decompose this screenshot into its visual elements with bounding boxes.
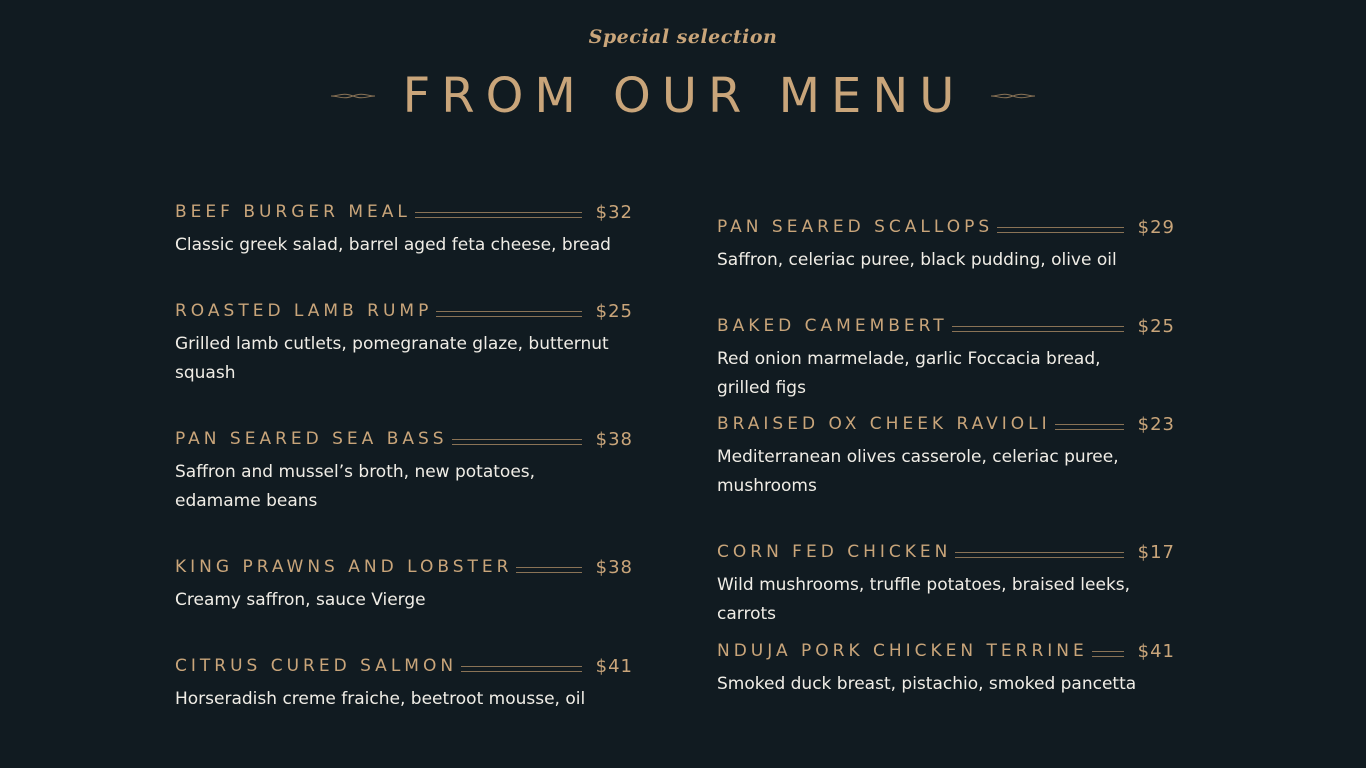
- divider: [451, 439, 582, 445]
- menu-item: PAN SEARED SCALLOPS $29 Saffron, celeria…: [717, 211, 1175, 310]
- menu-item-price: $25: [1137, 315, 1175, 337]
- menu-item-description: Horseradish creme fraiche, beetroot mous…: [175, 689, 586, 709]
- menu-item-description: Creamy saffron, sauce Vierge: [175, 590, 426, 610]
- ornament-right-icon: [991, 93, 1036, 99]
- menu-item-description: Red onion marmelade, garlic Foccacia bre…: [717, 349, 1101, 398]
- menu-item-description: Mediterranean olives casserole, celeriac…: [717, 447, 1119, 496]
- menu-item-name: BRAISED OX CHEEK RAVIOLI: [717, 414, 1051, 434]
- menu-item-header: BEEF BURGER MEAL $32: [175, 196, 633, 228]
- menu-item-name: BEEF BURGER MEAL: [175, 202, 411, 222]
- divider: [461, 666, 582, 672]
- menu-item: CORN FED CHICKEN $17 Wild mushrooms, tru…: [717, 536, 1175, 635]
- menu-item-header: NDUJA PORK CHICKEN TERRINE $41: [717, 635, 1175, 667]
- menu-item-header: CITRUS CURED SALMON $41: [175, 650, 633, 682]
- divider: [955, 552, 1124, 558]
- menu-item: CITRUS CURED SALMON $41 Horseradish crem…: [175, 650, 633, 714]
- menu-item-header: PAN SEARED SCALLOPS $29: [717, 211, 1175, 243]
- menu-item: BEEF BURGER MEAL $32 Classic greek salad…: [175, 196, 633, 295]
- menu-item-price: $41: [595, 655, 633, 677]
- ornament-left-icon: [330, 93, 375, 99]
- menu-item: ROASTED LAMB RUMP $25 Grilled lamb cutle…: [175, 295, 633, 423]
- menu-item-header: BRAISED OX CHEEK RAVIOLI $23: [717, 408, 1175, 440]
- menu-item: BRAISED OX CHEEK RAVIOLI $23 Mediterrane…: [717, 408, 1175, 536]
- menu-item-description: Smoked duck breast, pistachio, smoked pa…: [717, 674, 1137, 694]
- divider: [436, 311, 582, 317]
- menu-item-name: PAN SEARED SCALLOPS: [717, 217, 994, 237]
- menu-item: KING PRAWNS AND LOBSTER $38 Creamy saffr…: [175, 551, 633, 650]
- menu-item-name: CITRUS CURED SALMON: [175, 656, 458, 676]
- divider: [997, 227, 1124, 233]
- menu-item-name: CORN FED CHICKEN: [717, 542, 952, 562]
- title-row: FROM OUR MENU: [0, 66, 1366, 126]
- divider: [516, 567, 582, 573]
- divider: [1054, 424, 1124, 430]
- menu-item: BAKED CAMEMBERT $25 Red onion marmelade,…: [717, 310, 1175, 408]
- menu-item-price: $23: [1137, 413, 1175, 435]
- menu-item-header: ROASTED LAMB RUMP $25: [175, 295, 633, 327]
- divider: [1091, 651, 1124, 657]
- menu-item-price: $17: [1137, 541, 1175, 563]
- menu-item-name: KING PRAWNS AND LOBSTER: [175, 557, 513, 577]
- menu-item-description: Saffron and mussel’s broth, new potatoes…: [175, 462, 536, 511]
- menu-column-left: BEEF BURGER MEAL $32 Classic greek salad…: [175, 196, 633, 714]
- menu-item-price: $25: [595, 300, 633, 322]
- menu-item-price: $32: [595, 201, 633, 223]
- menu-item-name: NDUJA PORK CHICKEN TERRINE: [717, 641, 1088, 661]
- menu-item-price: $41: [1137, 640, 1175, 662]
- menu-item-description: Saffron, celeriac puree, black pudding, …: [717, 250, 1117, 270]
- menu-item-header: CORN FED CHICKEN $17: [717, 536, 1175, 568]
- menu-item-price: $38: [595, 428, 633, 450]
- menu-item: PAN SEARED SEA BASS $38 Saffron and muss…: [175, 423, 633, 551]
- page-title: FROM OUR MENU: [402, 68, 966, 124]
- menu-column-right: PAN SEARED SCALLOPS $29 Saffron, celeria…: [717, 211, 1175, 699]
- menu-item-price: $38: [595, 556, 633, 578]
- menu-item-price: $29: [1137, 216, 1175, 238]
- menu-item-description: Wild mushrooms, truffle potatoes, braise…: [717, 575, 1131, 624]
- menu-item-name: PAN SEARED SEA BASS: [175, 429, 448, 449]
- section-subtitle: Special selection: [588, 26, 778, 48]
- menu-item-name: BAKED CAMEMBERT: [717, 316, 948, 336]
- divider: [414, 212, 582, 218]
- menu-item-description: Grilled lamb cutlets, pomegranate glaze,…: [175, 334, 609, 383]
- menu-item-header: PAN SEARED SEA BASS $38: [175, 423, 633, 455]
- menu-item-description: Classic greek salad, barrel aged feta ch…: [175, 235, 611, 255]
- menu-item: NDUJA PORK CHICKEN TERRINE $41 Smoked du…: [717, 635, 1175, 699]
- menu-item-name: ROASTED LAMB RUMP: [175, 301, 433, 321]
- menu-item-header: BAKED CAMEMBERT $25: [717, 310, 1175, 342]
- menu-item-header: KING PRAWNS AND LOBSTER $38: [175, 551, 633, 583]
- divider: [951, 326, 1124, 332]
